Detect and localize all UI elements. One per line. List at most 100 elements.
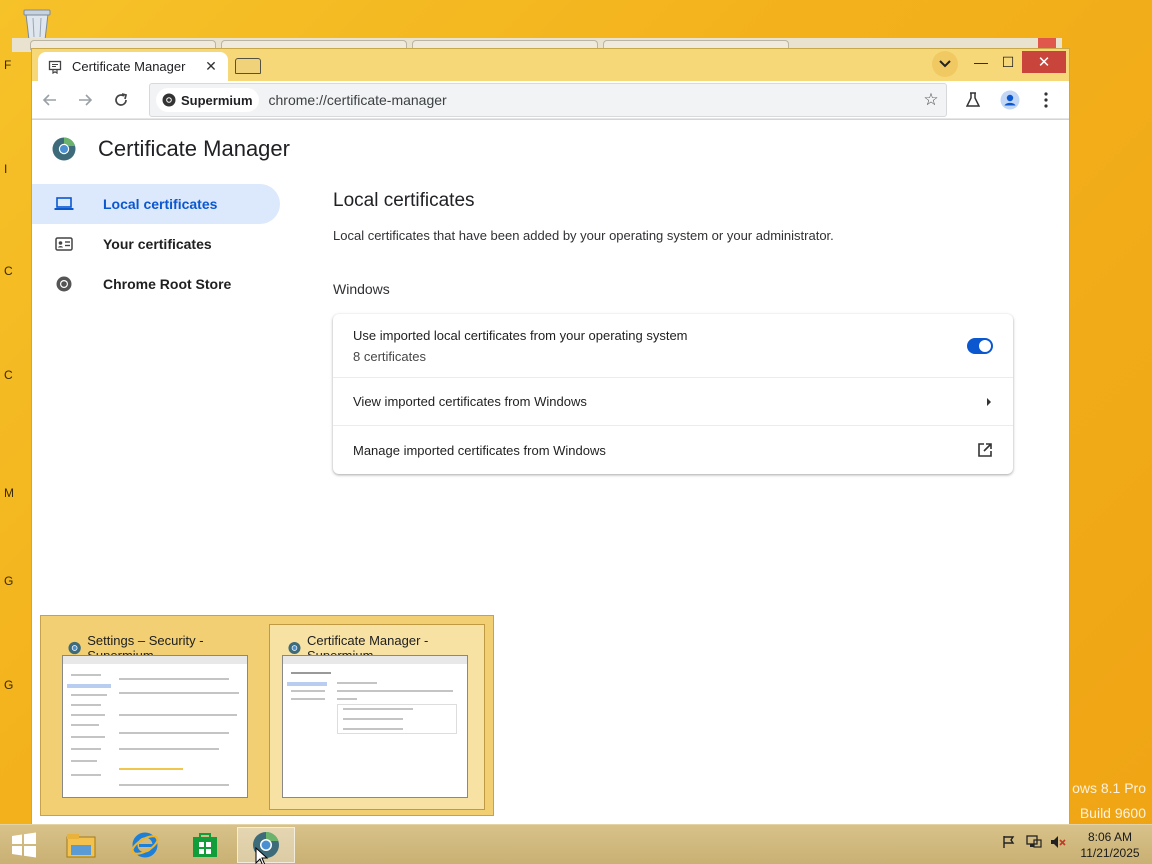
tab-certificate-manager[interactable]: Certificate Manager ✕: [38, 52, 228, 81]
row-label: Manage imported certificates from Window…: [353, 442, 606, 458]
address-bar[interactable]: Supermium chrome://certificate-manager ☆: [149, 83, 947, 117]
mouse-cursor-icon: [255, 846, 269, 864]
tab-search-button[interactable]: [932, 51, 958, 77]
thumbnail-certificate-manager[interactable]: Certificate Manager - Supermium: [269, 624, 485, 810]
windows-watermark-build: Build 9600: [1079, 805, 1146, 821]
clock-date: 11/21/2025: [1080, 846, 1140, 860]
supermium-icon: [288, 641, 301, 655]
internet-explorer-icon: [131, 832, 159, 858]
mini-text: [119, 732, 229, 734]
mini-text: [343, 708, 413, 710]
reload-button[interactable]: [110, 89, 132, 111]
row-label: View imported certificates from Windows: [353, 394, 587, 409]
mini-text: [71, 674, 101, 676]
minimize-button[interactable]: —: [970, 51, 992, 73]
tab-close-icon[interactable]: ✕: [204, 58, 218, 75]
maximize-button[interactable]: ☐: [997, 51, 1019, 73]
sidebar-item-chrome-root-store[interactable]: Chrome Root Store: [32, 264, 280, 304]
toggle-knob: [979, 339, 991, 352]
supermium-icon: [68, 641, 81, 655]
site-chip-label: Supermium: [181, 92, 253, 108]
mini-text: [71, 748, 101, 750]
mini-text: [71, 694, 107, 696]
clock-time: 8:06 AM: [1087, 830, 1133, 844]
mini-text: [337, 690, 453, 692]
title-bar[interactable]: Certificate Manager ✕ — ☐ ✕: [32, 49, 1069, 81]
mini-text: [119, 784, 229, 786]
page-header: Certificate Manager: [52, 136, 290, 162]
mini-text: [119, 678, 229, 680]
manage-imported-certs-row[interactable]: Manage imported certificates from Window…: [333, 426, 1013, 474]
supermium-icon: [162, 93, 176, 107]
site-info-chip[interactable]: Supermium: [156, 88, 259, 112]
internet-explorer-button[interactable]: [116, 827, 174, 863]
mini-text: [291, 690, 325, 692]
mini-toolbar: [283, 656, 467, 664]
mini-text: [71, 704, 101, 706]
sidebar-item-label: Your certificates: [103, 236, 212, 252]
desktop-label: F: [4, 58, 12, 72]
labs-flask-icon[interactable]: [962, 89, 984, 111]
file-explorer-button[interactable]: [52, 827, 110, 863]
menu-kebab-icon[interactable]: [1035, 89, 1057, 111]
mini-text: [291, 698, 325, 700]
mini-toolbar: [63, 656, 247, 664]
mini-text: [291, 672, 331, 674]
certificate-icon: [48, 60, 62, 74]
store-button[interactable]: [176, 827, 234, 863]
mini-highlight: [287, 682, 327, 686]
network-icon[interactable]: [1026, 835, 1042, 852]
mini-text: [71, 724, 99, 726]
recycle-bin-icon[interactable]: [18, 6, 56, 42]
mini-text: [119, 768, 183, 770]
open-external-icon: [978, 443, 992, 457]
desktop-label: G: [4, 574, 14, 588]
subsection-title: Windows: [333, 281, 390, 297]
folder-icon: [66, 834, 96, 858]
sidebar-item-label: Local certificates: [103, 196, 218, 212]
view-imported-certs-row[interactable]: View imported certificates from Windows: [333, 378, 1013, 426]
browser-toolbar: Supermium chrome://certificate-manager ☆: [32, 81, 1069, 119]
row-label: Use imported local certificates from you…: [353, 327, 688, 343]
thumbnail-settings-security[interactable]: Settings – Security - Supermium: [49, 624, 265, 810]
bookmark-star-icon[interactable]: ☆: [916, 90, 946, 110]
tab-title: Certificate Manager: [72, 59, 186, 74]
new-tab-button[interactable]: [235, 58, 261, 74]
action-center-flag-icon[interactable]: [1002, 835, 1016, 852]
sidebar-item-local-certificates[interactable]: Local certificates: [32, 184, 280, 224]
profile-avatar-icon[interactable]: [999, 89, 1021, 111]
back-button[interactable]: [39, 89, 61, 111]
mini-text: [71, 736, 105, 738]
desktop-label: M: [4, 486, 14, 500]
desktop-label: C: [4, 264, 13, 278]
close-window-button[interactable]: ✕: [1022, 51, 1066, 73]
forward-button[interactable]: [74, 89, 96, 111]
certificate-count: 8 certificates: [353, 348, 426, 364]
store-icon: [193, 833, 217, 857]
arrow-right-icon: [987, 397, 991, 406]
arrow-left-icon: [42, 94, 56, 106]
mini-text: [119, 714, 237, 716]
taskbar-thumbnail-popup: Settings – Security - Supermium Cer: [40, 615, 494, 816]
mini-text: [71, 774, 101, 776]
chevron-down-icon: [939, 60, 951, 68]
use-imported-toggle[interactable]: [967, 337, 993, 354]
use-imported-certs-row[interactable]: Use imported local certificates from you…: [333, 314, 1013, 378]
section-description: Local certificates that have been added …: [333, 228, 834, 243]
chrome-icon: [54, 276, 74, 292]
volume-muted-icon[interactable]: [1050, 835, 1066, 852]
main-panel: Local certificates Local certificates th…: [333, 190, 1013, 474]
windows-logo-icon: [12, 832, 36, 858]
laptop-icon: [54, 196, 74, 212]
mini-text: [337, 698, 357, 700]
url-text[interactable]: chrome://certificate-manager: [269, 92, 916, 108]
page-title: Certificate Manager: [98, 136, 290, 161]
sidebar-item-your-certificates[interactable]: Your certificates: [32, 224, 280, 264]
windows-certificates-card: Use imported local certificates from you…: [333, 314, 1013, 474]
system-clock[interactable]: 8:06 AM 11/21/2025: [1078, 829, 1142, 861]
mini-text: [119, 748, 219, 750]
arrow-right-icon: [79, 94, 93, 106]
mini-text: [71, 760, 97, 762]
taskbar: 8:06 AM 11/21/2025: [0, 824, 1152, 864]
start-button[interactable]: [0, 827, 48, 863]
